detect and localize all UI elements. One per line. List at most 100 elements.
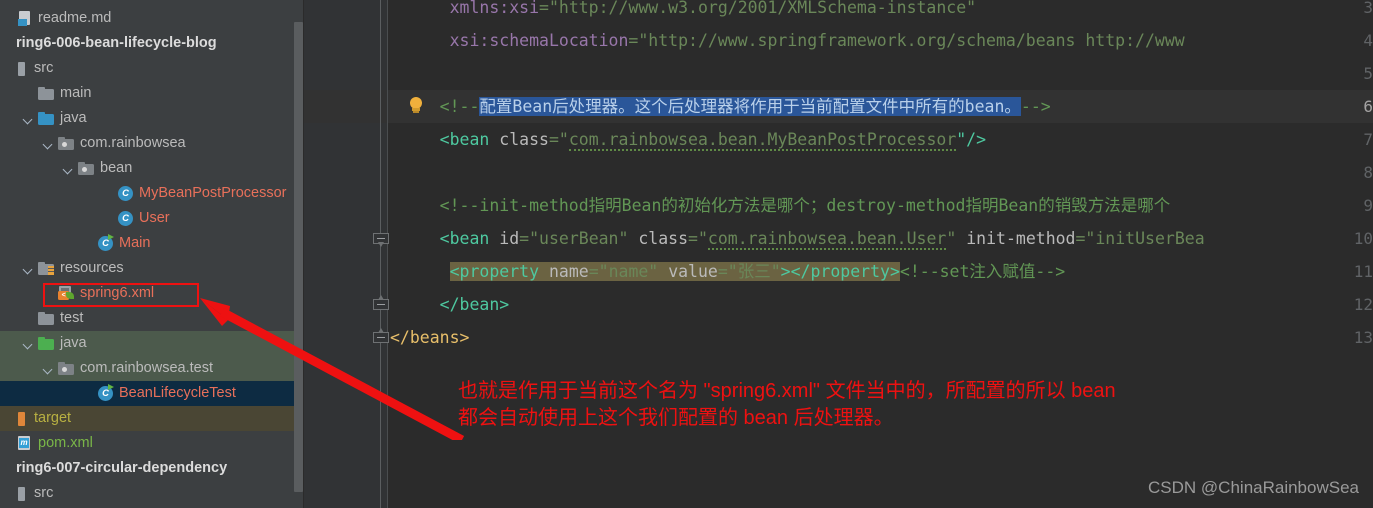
chevron-down-icon[interactable] — [42, 362, 55, 375]
tree-twisty-placeholder — [82, 237, 95, 250]
line-number-4: 4 — [1363, 31, 1373, 50]
tree-twisty-placeholder — [0, 37, 13, 50]
line-number-6: 6 — [1363, 97, 1373, 116]
tree-item-label: User — [139, 210, 170, 226]
code-tag-beans-close: </beans> — [390, 328, 470, 347]
annotation-note: 也就是作用于当前这个名为 "spring6.xml" 文件当中的，所配置的所以 … — [458, 378, 1258, 432]
tree-item-readme-md[interactable]: readme.md — [0, 6, 304, 31]
source-root-icon — [18, 486, 28, 501]
tree-item-class-mybeanpostprocessor[interactable]: C MyBeanPostProcessor — [0, 181, 304, 206]
fold-up-icon-2[interactable] — [373, 328, 390, 344]
tree-item-class-beanlifecycletest[interactable]: C BeanLifecycleTest — [0, 381, 304, 406]
chevron-down-icon[interactable] — [22, 262, 35, 275]
tree-item-label: java — [60, 110, 87, 126]
tree-item-label: com.rainbowsea.test — [80, 360, 213, 376]
tree-twisty-placeholder — [2, 412, 15, 425]
tree-item-package-bean[interactable]: bean — [0, 156, 304, 181]
tree-twisty-placeholder — [2, 12, 15, 25]
chevron-down-icon[interactable] — [22, 112, 35, 125]
code-tag-bean-user: <bean — [439, 229, 500, 248]
tree-item-label: Main — [119, 235, 151, 251]
tree-twisty-placeholder — [22, 87, 35, 100]
tree-item-target[interactable]: target — [0, 406, 304, 431]
tree-item-src[interactable]: src — [0, 56, 304, 81]
tree-item-label: ring6-007-circular-dependency — [16, 460, 228, 476]
line-number-10: 10 — [1353, 229, 1373, 248]
tree-item-module-spring6-007[interactable]: ring6-007-circular-dependency — [0, 456, 304, 481]
tree-item-label: src — [34, 60, 54, 76]
tree-item-java-main[interactable]: java — [0, 106, 304, 131]
code-line-7[interactable]: <bean class="com.rainbowsea.bean.MyBeanP… — [390, 123, 986, 156]
java-class-icon: C — [118, 186, 133, 201]
code-attr-value: value — [668, 262, 718, 281]
code-value-schemalocation: ="http://www.springframework.org/schema/… — [628, 31, 1185, 50]
code-attr-name: name — [548, 262, 589, 281]
code-value-zhangsan: ="张三" — [717, 262, 781, 281]
tree-twisty-placeholder — [102, 212, 115, 225]
comment-open-delim: <!-- — [439, 97, 480, 116]
tree-item-java-test[interactable]: java — [0, 331, 304, 356]
java-class-icon: C — [118, 211, 133, 226]
tree-item-label: com.rainbowsea — [80, 135, 186, 151]
code-tag-bean-close: </bean> — [439, 295, 510, 314]
target-folder-icon — [18, 411, 28, 426]
folder-icon — [38, 312, 54, 325]
code-line-11[interactable]: <property name="name" value="张三"></prope… — [390, 255, 1065, 288]
tree-twisty-placeholder — [2, 62, 15, 75]
tree-item-package-com-rainbowsea[interactable]: com.rainbowsea — [0, 131, 304, 156]
tree-item-package-com-rainbowsea-test[interactable]: com.rainbowsea.test — [0, 356, 304, 381]
code-tag-property: <property — [449, 262, 549, 281]
code-line-10[interactable]: <bean id="userBean" class="com.rainbowse… — [390, 222, 1205, 255]
tree-item-class-user[interactable]: C User — [0, 206, 304, 231]
code-attr-id: id — [499, 229, 520, 248]
tree-item-label: java — [60, 335, 87, 351]
tree-item-main[interactable]: main — [0, 81, 304, 106]
chevron-down-icon[interactable] — [22, 337, 35, 350]
fold-up-icon-1[interactable] — [373, 295, 390, 311]
tree-twisty-placeholder — [2, 487, 15, 500]
tree-item-label: ring6-006-bean-lifecycle-blog — [16, 35, 217, 51]
tree-item-src-2[interactable]: src — [0, 481, 304, 506]
package-icon — [58, 137, 74, 150]
code-line-3[interactable]: xmlns:xsi="http://www.w3.org/2001/XMLSch… — [390, 0, 977, 24]
tree-item-test[interactable]: test — [0, 306, 304, 331]
code-line-6[interactable]: <!--配置Bean后处理器。这个后处理器将作用于当前配置文件中所有的bean。… — [390, 90, 1051, 123]
tree-item-label: bean — [100, 160, 133, 176]
code-value-user-class: com.rainbowsea.bean.User — [707, 229, 947, 250]
tree-item-label: readme.md — [38, 10, 112, 26]
java-class-runnable-icon: C — [98, 234, 114, 251]
code-line-9[interactable]: <!--init-method指明Bean的初始化方法是哪个；destroy-m… — [390, 189, 1171, 222]
chevron-down-icon[interactable] — [62, 162, 75, 175]
code-value-name: ="name" — [588, 262, 669, 281]
code-attr-schemalocation: xsi:schemaLocation — [449, 31, 629, 50]
fold-guide-line — [380, 0, 381, 508]
chevron-down-icon[interactable] — [42, 137, 55, 150]
maven-pom-icon: m — [18, 436, 32, 451]
tree-item-pom-xml[interactable]: m pom.xml — [0, 431, 304, 456]
fold-down-icon[interactable] — [373, 230, 390, 247]
code-eq-1: =" — [548, 130, 569, 149]
code-value-mybeanpostprocessor: com.rainbowsea.bean.MyBeanPostProcessor — [568, 130, 957, 151]
tree-item-resources[interactable]: resources — [0, 256, 304, 281]
annotation-note-line-1: 也就是作用于当前这个名为 "spring6.xml" 文件当中的，所配置的所以 … — [458, 380, 1116, 402]
code-attr-xmlns-xsi: xmlns:xsi — [449, 0, 540, 17]
code-line-13[interactable]: </beans> — [390, 321, 469, 354]
tree-item-class-main[interactable]: C Main — [0, 231, 304, 256]
code-line-4[interactable]: xsi:schemaLocation="http://www.springfra… — [390, 24, 1185, 57]
tree-twisty-placeholder — [0, 462, 13, 475]
project-tree-panel[interactable]: readme.md ring6-006-bean-lifecycle-blog sr… — [0, 0, 304, 508]
line-number-5: 5 — [1363, 64, 1373, 83]
code-eq-2: =" — [688, 229, 708, 248]
code-line-12[interactable]: </bean> — [390, 288, 510, 321]
editor-gutter[interactable] — [304, 0, 388, 508]
java-class-runnable-icon: C — [98, 384, 114, 401]
folder-icon — [38, 87, 54, 100]
tree-item-label: resources — [60, 260, 124, 276]
code-quote-2: " — [946, 229, 967, 248]
tree-twisty-placeholder — [22, 312, 35, 325]
line-number-9: 9 — [1363, 196, 1373, 215]
tree-item-label: pom.xml — [38, 435, 93, 451]
tree-item-module-spring6-006[interactable]: ring6-006-bean-lifecycle-blog — [0, 31, 304, 56]
sidebar-scrollbar[interactable] — [294, 22, 303, 492]
folder-green-icon — [38, 337, 54, 350]
